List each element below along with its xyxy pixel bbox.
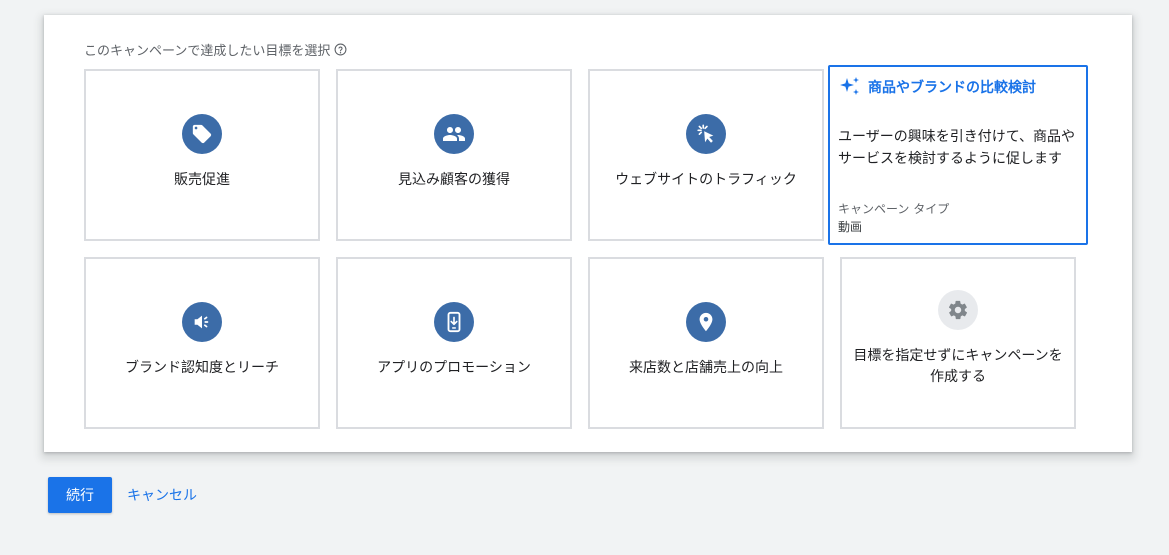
help-icon[interactable] <box>334 43 347 56</box>
goal-card-label: 販売促進 <box>174 172 230 188</box>
sparkle-icon <box>840 77 859 95</box>
goal-heading-text: このキャンペーンで達成したい目標を選択 <box>84 44 331 59</box>
selected-goal-title: 商品やブランドの比較検討 <box>838 75 1036 99</box>
goal-card-brand-awareness[interactable]: ブランド認知度とリーチ <box>84 257 320 429</box>
goal-card-no-goal[interactable]: 目標を指定せずにキャンペーンを作成する <box>840 257 1076 429</box>
gear-icon <box>938 290 978 330</box>
campaign-type-label: キャンペーン タイプ <box>838 202 950 216</box>
goal-card-local-store-visits[interactable]: 来店数と店舗売上の向上 <box>588 257 824 429</box>
goal-card-sales[interactable]: 販売促進 <box>84 69 320 241</box>
goal-card-label: ウェブサイトのトラフィック <box>615 172 797 188</box>
campaign-type-value: 動画 <box>838 220 863 234</box>
goal-card-label: 目標を指定せずにキャンペーンを作成する <box>853 348 1063 385</box>
goal-heading: このキャンペーンで達成したい目標を選択 <box>84 40 347 59</box>
goal-card-label: 来店数と店舗売上の向上 <box>629 360 783 376</box>
people-icon <box>434 114 474 154</box>
goal-card-label: アプリのプロモーション <box>377 360 531 376</box>
megaphone-icon <box>182 302 222 342</box>
goal-card-label: ブランド認知度とリーチ <box>125 360 279 376</box>
goal-card-consideration[interactable]: 商品やブランドの比較検討 ユーザーの興味を引き付けて、商品やサービスを検討するよ… <box>828 65 1088 245</box>
goal-selection-panel: このキャンペーンで達成したい目標を選択 販売促進 見込み顧客の獲得 ウェブサイト… <box>44 15 1132 452</box>
selected-goal-description: ユーザーの興味を引き付けて、商品やサービスを検討するように促します <box>838 129 1076 167</box>
cursor-click-icon <box>686 114 726 154</box>
location-pin-icon <box>686 302 726 342</box>
continue-button[interactable]: 続行 <box>48 477 112 513</box>
cancel-button[interactable]: キャンセル <box>127 485 197 505</box>
phone-download-icon <box>434 302 474 342</box>
goal-card-website-traffic[interactable]: ウェブサイトのトラフィック <box>588 69 824 241</box>
selected-goal-title-text: 商品やブランドの比較検討 <box>868 80 1036 96</box>
goal-card-app-promotion[interactable]: アプリのプロモーション <box>336 257 572 429</box>
tag-icon <box>182 114 222 154</box>
goal-card-label: 見込み顧客の獲得 <box>398 172 510 188</box>
goal-card-leads[interactable]: 見込み顧客の獲得 <box>336 69 572 241</box>
